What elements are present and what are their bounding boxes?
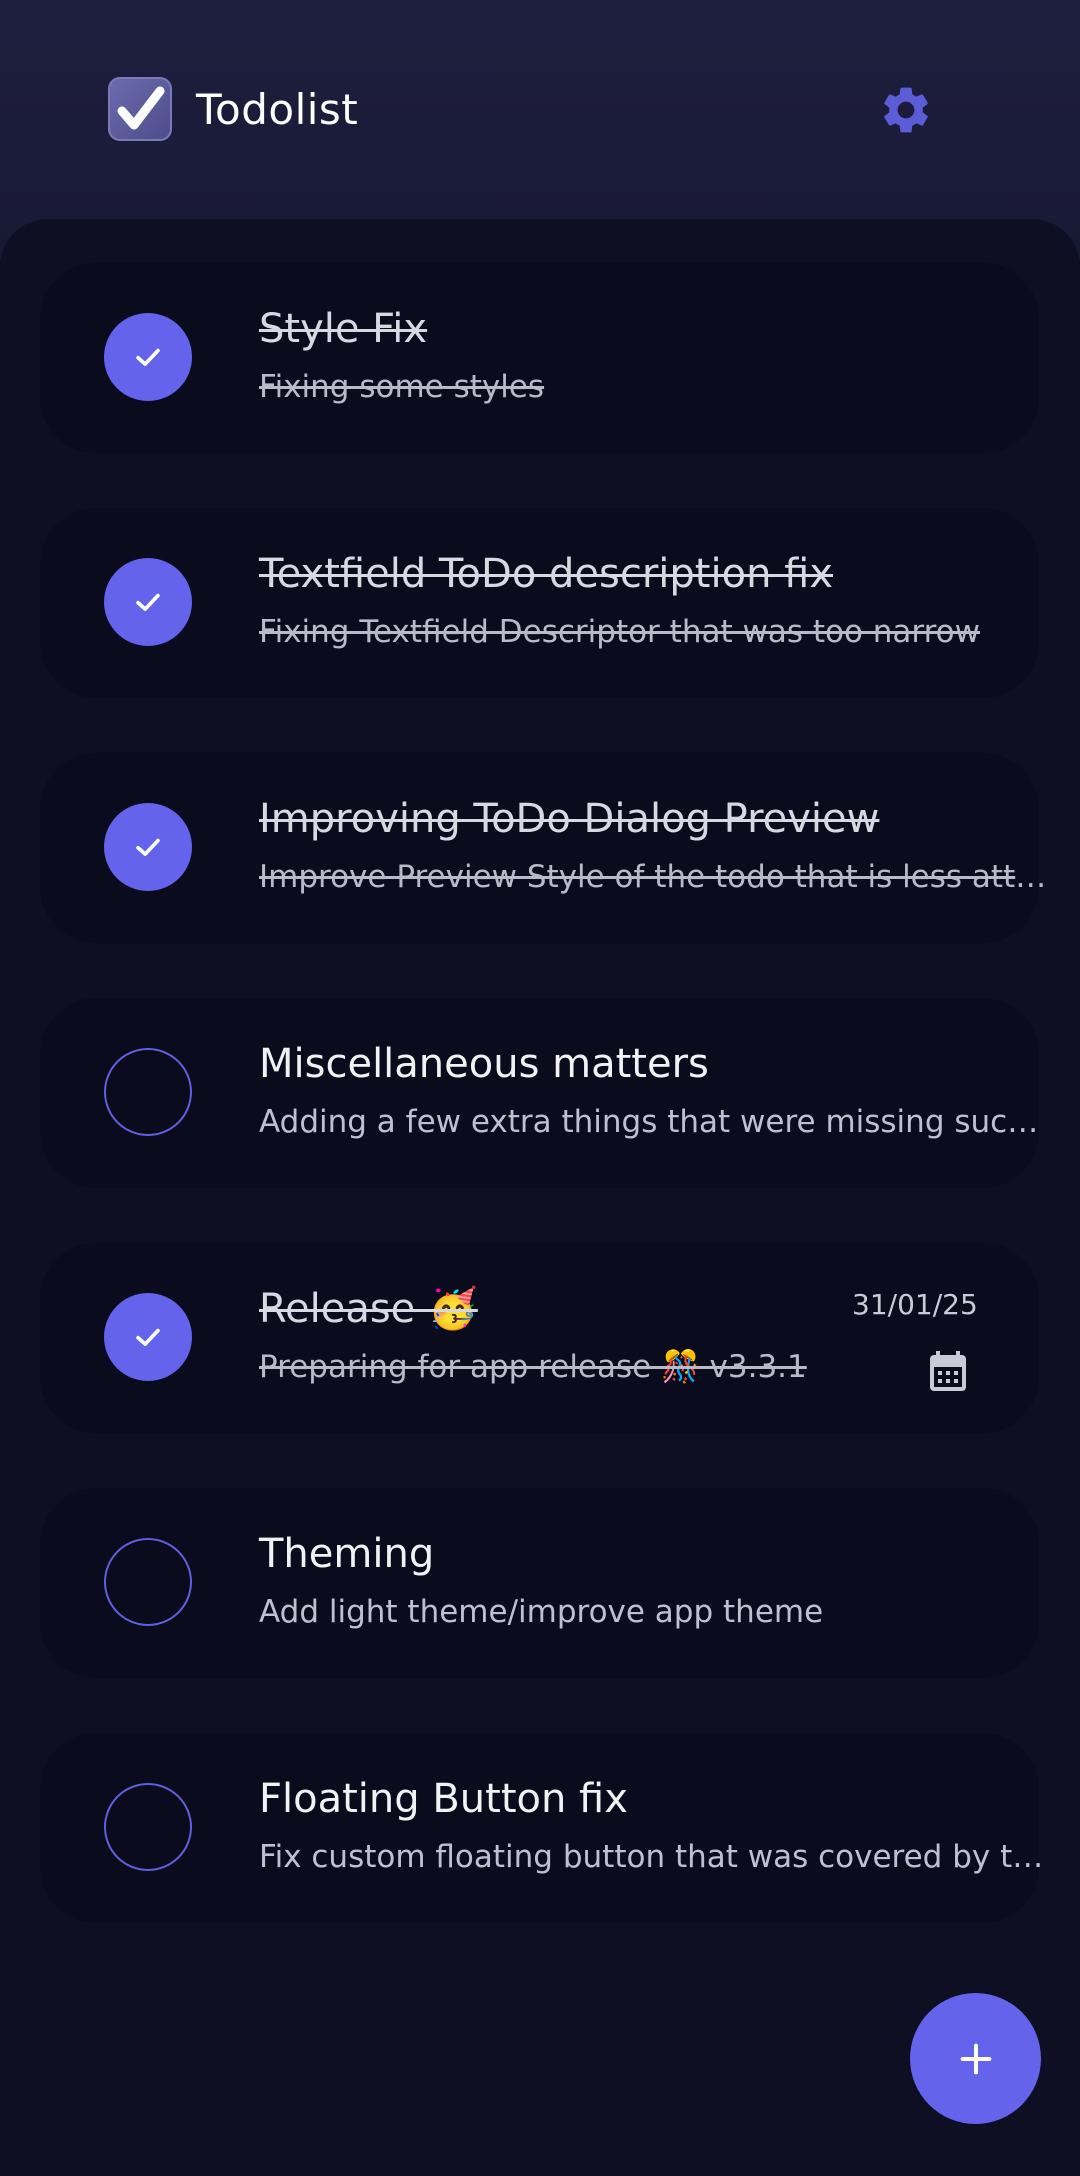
- gear-icon: [884, 87, 928, 133]
- add-todo-button[interactable]: [910, 1993, 1041, 2124]
- todo-title: Floating Button fix: [259, 1776, 628, 1822]
- todo-item[interactable]: Floating Button fix Fix custom floating …: [40, 1733, 1049, 1923]
- todo-description: Fixing Textfield Descriptor that was too…: [259, 614, 980, 650]
- calendar-icon: [930, 1351, 966, 1391]
- complete-toggle[interactable]: [104, 1538, 192, 1626]
- checkbox-checked-icon: [108, 77, 172, 141]
- todo-title: Textfield ToDo description fix: [259, 551, 834, 597]
- complete-toggle[interactable]: [104, 558, 192, 646]
- due-date: 31/01/25: [852, 1288, 978, 1321]
- complete-toggle[interactable]: [104, 1048, 192, 1136]
- complete-toggle[interactable]: [104, 1783, 192, 1871]
- todo-item[interactable]: Release 🥳 Preparing for app release 🎊 v3…: [40, 1243, 1039, 1433]
- todo-item[interactable]: Textfield ToDo description fix Fixing Te…: [40, 508, 1039, 698]
- checkmark-icon: [136, 348, 160, 366]
- todo-title: Improving ToDo Dialog Preview: [259, 796, 880, 842]
- checkmark-icon: [136, 593, 160, 611]
- todo-description: Fix custom floating button that was cove…: [259, 1839, 1049, 1875]
- todo-description: Preparing for app release 🎊 v3.3.1: [259, 1349, 807, 1385]
- todo-description: Improve Preview Style of the todo that i…: [259, 859, 1049, 895]
- settings-button[interactable]: [874, 78, 938, 142]
- todo-item[interactable]: Improving ToDo Dialog Preview Improve Pr…: [40, 753, 1049, 943]
- todo-item[interactable]: Miscellaneous matters Adding a few extra…: [40, 998, 1049, 1188]
- checkmark-icon: [136, 838, 160, 856]
- complete-toggle[interactable]: [104, 1293, 192, 1381]
- todo-description: Fixing some styles: [259, 369, 545, 405]
- plus-icon: [960, 2043, 991, 2074]
- todo-item[interactable]: Theming Add light theme/improve app them…: [40, 1488, 1039, 1678]
- complete-toggle[interactable]: [104, 313, 192, 401]
- todo-title: Release 🥳: [259, 1286, 478, 1332]
- todo-title: Miscellaneous matters: [259, 1041, 709, 1087]
- todo-item[interactable]: Style Fix Fixing some styles: [40, 263, 1039, 453]
- todo-list: Style Fix Fixing some styles Textfield T…: [0, 219, 1080, 2176]
- complete-toggle[interactable]: [104, 803, 192, 891]
- app-title: Todolist: [196, 85, 359, 134]
- todo-title: Style Fix: [259, 306, 428, 352]
- todo-description: Add light theme/improve app theme: [259, 1594, 824, 1630]
- todo-description: Adding a few extra things that were miss…: [259, 1104, 1049, 1140]
- calendar-button[interactable]: [920, 1343, 976, 1399]
- todo-title: Theming: [259, 1531, 435, 1577]
- checkmark-icon: [136, 1328, 160, 1346]
